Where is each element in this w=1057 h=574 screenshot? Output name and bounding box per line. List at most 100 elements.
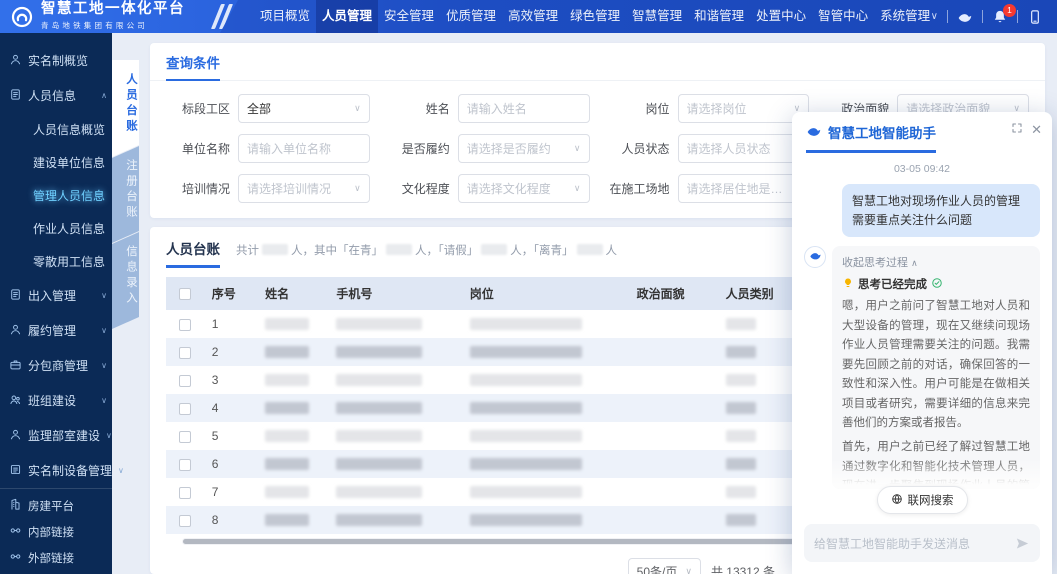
人员状态-select[interactable]: 请选择人员状态∨ — [678, 134, 810, 163]
sidebar-person-icon — [9, 323, 22, 339]
sidebar-subitem-作业人员信息[interactable]: 作业人员信息 — [0, 212, 112, 245]
sidebar-item-label: 实名制设备管理 — [28, 462, 112, 479]
row-cell — [328, 394, 461, 422]
sidebar-footer-房建平台[interactable]: 房建平台 — [0, 493, 112, 519]
row-checkbox[interactable] — [179, 459, 191, 471]
roster-summary: 共计人，其中「在青」人，「请假」人，「离青」人 — [236, 242, 617, 258]
field-label: 培训情况 — [166, 180, 230, 197]
chat-input-placeholder: 给智慧工地智能助手发送消息 — [814, 535, 970, 552]
岗位-select[interactable]: 请选择岗位∨ — [678, 94, 810, 123]
header-actions: ∨ 1 — [925, 9, 1057, 25]
expand-icon[interactable] — [1011, 122, 1023, 137]
row-checkbox[interactable] — [179, 319, 191, 331]
column-header-姓名: 姓名 — [257, 277, 328, 310]
row-checkbox[interactable] — [179, 515, 191, 527]
sidebar-subitem-建设单位信息[interactable]: 建设单位信息 — [0, 146, 112, 179]
sidebar-item-实名制概览[interactable]: 实名制概览 — [0, 43, 112, 78]
ai-assistant-panel: 智慧工地智能助手 ✕ 03-05 09:42 智慧工地对现场作业人员的管理需要重… — [792, 112, 1052, 574]
row-checkbox[interactable] — [179, 431, 191, 443]
sidebar-item-label: 监理部室建设 — [28, 427, 100, 444]
redacted-cell — [336, 430, 422, 442]
nav-item-人员管理[interactable]: 人员管理 — [316, 0, 378, 33]
row-cell — [328, 478, 461, 506]
单位名称-input[interactable]: 请输入单位名称 — [238, 134, 370, 163]
row-checkbox[interactable] — [179, 375, 191, 387]
chevron-down-icon: ∨ — [101, 326, 107, 335]
query-field-岗位: 岗位请选择岗位∨ — [606, 94, 810, 123]
row-index: 2 — [204, 338, 257, 366]
send-icon[interactable] — [1015, 536, 1030, 551]
row-cell — [328, 338, 461, 366]
sidebar-item-班组建设[interactable]: 班组建设∨ — [0, 383, 112, 418]
vertical-tab-信息录入[interactable]: 信息录入 — [112, 232, 139, 329]
sidebar-subitem-管理人员信息[interactable]: 管理人员信息 — [0, 179, 112, 212]
sidebar-subitem-人员信息概览[interactable]: 人员信息概览 — [0, 113, 112, 146]
redacted-count — [481, 244, 507, 255]
row-cell — [328, 422, 461, 450]
培训情况-select[interactable]: 请选择培训情况∨ — [238, 174, 370, 203]
row-checkbox[interactable] — [179, 347, 191, 359]
文化程度-select[interactable]: 请选择文化程度∨ — [458, 174, 590, 203]
assistant-whale-icon[interactable] — [957, 9, 973, 25]
select-all-checkbox[interactable] — [166, 277, 204, 310]
sidebar-subitem-零散用工信息[interactable]: 零散用工信息 — [0, 245, 112, 278]
chevron-down-icon[interactable]: ∨ — [931, 11, 938, 22]
redacted-cell — [726, 458, 756, 470]
notification-badge: 1 — [1003, 4, 1016, 17]
sidebar-item-人员信息[interactable]: 人员信息∧ — [0, 78, 112, 113]
close-icon[interactable]: ✕ — [1031, 123, 1042, 136]
sidebar-item-label: 房建平台 — [28, 498, 74, 514]
nav-item-项目概览[interactable]: 项目概览 — [254, 0, 316, 33]
row-checkbox[interactable] — [179, 487, 191, 499]
field-value: 请输入姓名 — [467, 100, 527, 117]
是否履约-select[interactable]: 请选择是否履约∨ — [458, 134, 590, 163]
notification-bell-icon[interactable]: 1 — [992, 9, 1008, 25]
nav-item-智慧管理[interactable]: 智慧管理 — [626, 0, 688, 33]
nav-item-处置中心[interactable]: 处置中心 — [750, 0, 812, 33]
sidebar-item-出入管理[interactable]: 出入管理 ∨ — [0, 278, 112, 313]
assistant-whale-icon — [806, 123, 822, 142]
姓名-input[interactable]: 请输入姓名 — [458, 94, 590, 123]
nav-item-绿色管理[interactable]: 绿色管理 — [564, 0, 626, 33]
row-checkbox-cell — [166, 478, 204, 506]
sidebar-footer-内部链接[interactable]: 内部链接 — [0, 519, 112, 545]
sidebar-item-label: 内部链接 — [28, 524, 74, 540]
query-field-培训情况: 培训情况请选择培训情况∨ — [166, 174, 370, 203]
mobile-device-icon[interactable] — [1027, 9, 1043, 25]
assistant-avatar — [804, 246, 826, 268]
row-cell — [257, 450, 328, 478]
row-checkbox-cell — [166, 338, 204, 366]
page-size-select[interactable]: 50条/页 ∨ — [628, 558, 701, 574]
collapse-thinking-button[interactable]: 收起思考过程 ∧ — [842, 254, 1030, 270]
sidebar-item-监理部室建设[interactable]: 监理部室建设∨ — [0, 418, 112, 453]
nav-item-高效管理[interactable]: 高效管理 — [502, 0, 564, 33]
column-header-序号: 序号 — [204, 277, 257, 310]
nav-item-优质管理[interactable]: 优质管理 — [440, 0, 502, 33]
nav-item-安全管理[interactable]: 安全管理 — [378, 0, 440, 33]
assistant-title-tab: 智慧工地智能助手 — [806, 122, 936, 153]
divider — [947, 10, 948, 23]
sidebar-item-履约管理[interactable]: 履约管理∨ — [0, 313, 112, 348]
sidebar-item-label: 实名制概览 — [28, 52, 88, 69]
field-value: 请选择人员状态 — [687, 140, 771, 157]
smart-site-platform: 智慧工地一体化平台 青岛地铁集团有限公司 项目概览人员管理安全管理优质管理高效管… — [0, 0, 1057, 574]
sidebar-item-label: 出入管理 — [28, 287, 76, 304]
标段工区-select[interactable]: 全部∨ — [238, 94, 370, 123]
sidebar-item-实名制设备管理[interactable]: 实名制设备管理∨ — [0, 453, 112, 488]
checkbox-icon[interactable] — [179, 288, 191, 300]
row-checkbox[interactable] — [179, 403, 191, 415]
query-panel-header: 查询条件 — [150, 43, 1045, 81]
lightbulb-icon — [842, 277, 854, 292]
redacted-cell — [726, 346, 756, 358]
chat-input[interactable]: 给智慧工地智能助手发送消息 — [804, 524, 1040, 562]
nav-item-智管中心[interactable]: 智管中心 — [812, 0, 874, 33]
chevron-down-icon: ∨ — [101, 291, 107, 300]
sidebar-item-分包商管理[interactable]: 分包商管理∨ — [0, 348, 112, 383]
vertical-tab-注册台账[interactable]: 注册台账 — [112, 146, 139, 243]
nav-item-和谐管理[interactable]: 和谐管理 — [688, 0, 750, 33]
web-search-button[interactable]: 联网搜索 — [877, 486, 968, 514]
sidebar-footer-外部链接[interactable]: 外部链接 — [0, 545, 112, 571]
row-cell — [629, 450, 718, 478]
在施工场地-select[interactable]: 请选择居住地是否在施工场地∨ — [678, 174, 810, 203]
vertical-tab-人员台账[interactable]: 人员台账 — [112, 60, 139, 157]
